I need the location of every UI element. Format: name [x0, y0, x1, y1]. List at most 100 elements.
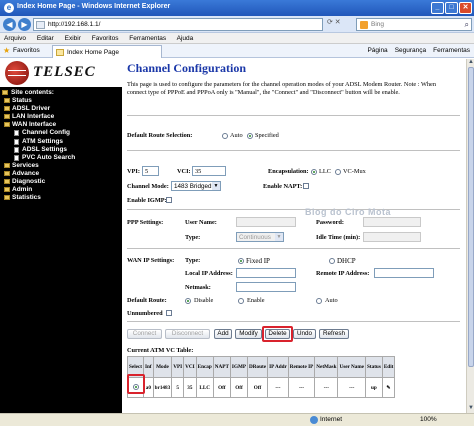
dhcp-radio[interactable]	[329, 258, 335, 264]
add-button[interactable]: Add	[214, 329, 232, 339]
menu-ferramentas[interactable]: Ferramentas	[129, 35, 166, 42]
encap-llc-radio[interactable]	[311, 169, 317, 175]
menu-arquivo[interactable]: Arquivo	[4, 35, 26, 42]
enable-napt-checkbox[interactable]	[303, 183, 309, 189]
table-header-droute: DRoute	[247, 356, 269, 378]
sidebar-item-adsl-driver[interactable]: ADSL Driver	[2, 105, 122, 113]
sidebar-item-label: Status	[12, 97, 32, 105]
status-bar: Internet 100%	[0, 413, 474, 426]
sidebar-item-services[interactable]: Services	[2, 162, 122, 170]
route-enable-radio[interactable]	[238, 298, 244, 304]
channel-mode-value: 1483 Bridged	[174, 183, 212, 190]
sidebar: TELSEC Site contents: Status ADSL Driver LA…	[0, 59, 122, 413]
cell-droute: Off	[247, 377, 269, 398]
ppp-username-label: User Name:	[185, 219, 217, 226]
divider	[127, 321, 460, 322]
scroll-down-icon[interactable]: ▼	[467, 405, 474, 413]
vertical-scrollbar[interactable]: ▲ ▼	[466, 59, 474, 413]
menu-exibir[interactable]: Exibir	[65, 35, 81, 42]
undo-button[interactable]: Undo	[293, 329, 316, 339]
route-auto-wan-radio[interactable]	[316, 298, 322, 304]
logo-globe-icon	[5, 61, 29, 85]
logo: TELSEC	[0, 59, 122, 87]
chevron-down-icon: ▼	[212, 182, 220, 190]
scroll-up-icon[interactable]: ▲	[467, 59, 474, 67]
table-header-encap: Encap	[195, 356, 214, 378]
sidebar-item-status[interactable]: Status	[2, 97, 122, 105]
route-specified-radio[interactable]	[247, 133, 253, 139]
wan-ip-settings-label: WAN IP Settings:	[127, 257, 175, 264]
channel-mode-select[interactable]: 1483 Bridged ▼	[171, 181, 221, 191]
maximize-button[interactable]: □	[445, 2, 458, 14]
dhcp-label: DHCP	[337, 257, 356, 265]
sidebar-item-diagnostic[interactable]: Diagnostic	[2, 178, 122, 186]
sidebar-item-admin[interactable]: Admin	[2, 186, 122, 194]
encap-vcmux-radio[interactable]	[335, 169, 341, 175]
search-input[interactable]: Bing ⌕	[356, 18, 472, 31]
search-placeholder: Bing	[371, 21, 385, 28]
local-ip-input[interactable]	[236, 268, 296, 278]
cell-edit[interactable]: ✎	[381, 377, 396, 398]
sidebar-item-advance[interactable]: Advance	[2, 170, 122, 178]
edit-icon[interactable]: ✎	[386, 385, 390, 391]
address-input[interactable]: http://192.168.1.1/	[33, 18, 323, 31]
ppp-type-select[interactable]: Continuous ▼	[236, 232, 284, 242]
page-menu[interactable]: Página	[367, 47, 387, 54]
vpi-label: VPI:	[127, 168, 140, 175]
main-panel: Channel Configuration This page is used …	[122, 59, 466, 413]
ppp-type-value: Continuous	[239, 234, 271, 241]
enable-igmp-checkbox[interactable]	[166, 197, 172, 203]
menu-ajuda[interactable]: Ajuda	[177, 35, 194, 42]
minimize-button[interactable]: _	[431, 2, 444, 14]
ppp-username-input[interactable]	[236, 217, 296, 227]
modify-button[interactable]: Modify	[235, 329, 262, 339]
connect-button[interactable]: Connect	[127, 329, 162, 339]
zoom-level[interactable]: 100%	[420, 416, 437, 423]
back-arrow-icon[interactable]: ◀	[3, 18, 16, 31]
unnumbered-checkbox[interactable]	[166, 310, 172, 316]
security-menu[interactable]: Segurança	[395, 47, 426, 54]
close-button[interactable]: ✕	[459, 2, 472, 14]
forward-arrow-icon[interactable]: ▶	[18, 18, 31, 31]
folder-icon	[4, 98, 10, 104]
table-header-vpi: VPI	[171, 356, 185, 378]
vci-input[interactable]: 35	[192, 166, 226, 176]
menu-editar[interactable]: Editar	[37, 35, 54, 42]
sidebar-item-atm-settings[interactable]: ATM Settings	[2, 138, 122, 146]
ppp-type-label: Type:	[185, 234, 201, 241]
sidebar-item-lan-interface[interactable]: LAN Interface	[2, 113, 122, 121]
ppp-password-input[interactable]	[363, 217, 421, 227]
tab-page-icon	[56, 49, 64, 56]
route-auto-radio[interactable]	[222, 133, 228, 139]
sidebar-item-statistics[interactable]: Statistics	[2, 194, 122, 202]
sidebar-item-label: ADSL Settings	[22, 145, 68, 153]
favorites-star-icon[interactable]: ★	[3, 46, 10, 55]
sidebar-item-adsl-settings[interactable]: ADSL Settings	[2, 146, 122, 154]
route-disable-radio[interactable]	[185, 298, 191, 304]
route-auto-wan-label: Auto	[325, 297, 338, 304]
encapsulation-label: Encapsulation:	[268, 168, 309, 175]
page-icon	[36, 21, 45, 29]
tools-menu[interactable]: Ferramentas	[433, 47, 470, 54]
sidebar-item-wan-interface[interactable]: WAN Interface	[2, 121, 122, 129]
fixed-ip-radio[interactable]	[238, 258, 244, 264]
idle-time-input[interactable]	[363, 232, 421, 242]
search-icon[interactable]: ⌕	[465, 20, 469, 30]
route-auto-label: Auto	[230, 132, 243, 139]
menu-favoritos[interactable]: Favoritos	[92, 35, 119, 42]
vpi-input[interactable]: 5	[142, 166, 159, 176]
remote-ip-input[interactable]	[374, 268, 434, 278]
bing-icon	[360, 21, 368, 29]
favorites-button[interactable]: Favoritos	[13, 47, 40, 54]
sidebar-item-channel-config[interactable]: Channel Config	[2, 129, 122, 137]
tab-index-home-page[interactable]: Index Home Page	[52, 45, 162, 58]
scroll-thumb[interactable]	[468, 67, 474, 367]
cell-napt: Off	[212, 377, 231, 398]
netmask-input[interactable]	[236, 282, 296, 292]
sidebar-item-pvc-auto-search[interactable]: PVC Auto Search	[2, 154, 122, 162]
refresh-stop-icons[interactable]: ⟳ ✕	[327, 18, 357, 31]
disconnect-button[interactable]: Disconnect	[165, 329, 210, 339]
sidebar-item-site-contents[interactable]: Site contents:	[2, 89, 122, 97]
page-description: This page is used to configure the param…	[127, 81, 436, 96]
refresh-button[interactable]: Refresh	[319, 329, 349, 339]
